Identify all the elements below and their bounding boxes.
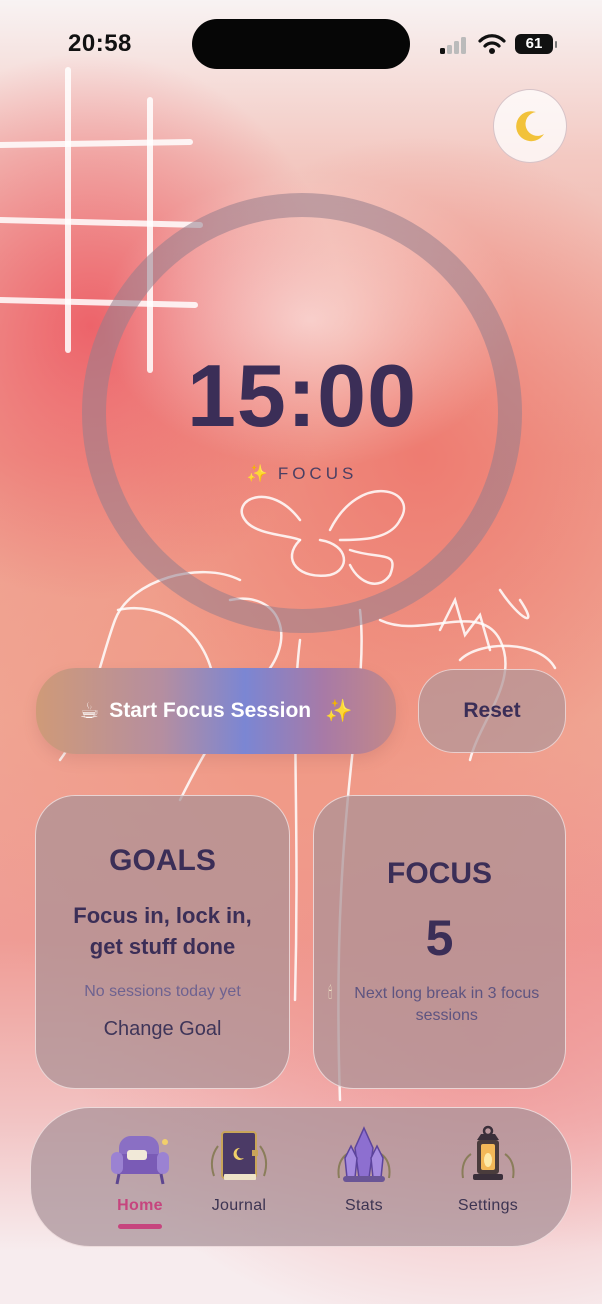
timer-display: 15:00 bbox=[186, 346, 418, 445]
armchair-icon bbox=[111, 1136, 169, 1185]
dynamic-island bbox=[192, 19, 410, 69]
candle-icon: 🕯 bbox=[328, 985, 333, 1002]
coffee-cup-icon: ☕ bbox=[79, 698, 100, 723]
bottom-tab-bar: Home Journal Stats Settings bbox=[30, 1107, 572, 1247]
reset-button-label: Reset bbox=[463, 699, 521, 722]
theme-toggle-button[interactable] bbox=[493, 89, 567, 163]
status-time: 20:58 bbox=[68, 30, 132, 57]
book-icon bbox=[210, 1131, 268, 1180]
active-tab-indicator bbox=[118, 1224, 162, 1229]
tab-stats-label: Stats bbox=[345, 1197, 383, 1214]
tab-settings-label: Settings bbox=[457, 1197, 519, 1214]
crystal-icon bbox=[337, 1126, 391, 1182]
sparkle-icon: ✨ bbox=[325, 698, 353, 723]
tab-home-label: Home bbox=[117, 1197, 163, 1214]
tab-stats[interactable]: Stats bbox=[309, 1108, 419, 1248]
timer-mode-label: ✨ FOCUS bbox=[82, 464, 522, 484]
change-goal-button[interactable]: Change Goal bbox=[36, 1018, 289, 1041]
timer-mode-text: FOCUS bbox=[277, 464, 358, 483]
focus-card: FOCUS 5 🕯 Next long break in 3 focus ses… bbox=[313, 795, 566, 1089]
sparkle-icon: ✨ bbox=[246, 464, 268, 483]
long-break-note: 🕯 Next long break in 3 focus sessions bbox=[314, 983, 565, 1027]
long-break-text: Next long break in 3 focus sessions bbox=[354, 985, 540, 1024]
goals-title: GOALS bbox=[109, 844, 216, 877]
wifi-icon bbox=[478, 34, 506, 54]
tab-home[interactable]: Home bbox=[85, 1108, 195, 1248]
focus-title: FOCUS bbox=[387, 857, 492, 890]
lantern-icon bbox=[461, 1125, 515, 1180]
goal-text: Focus in, lock in, get stuff done bbox=[73, 903, 252, 959]
tab-journal[interactable]: Journal bbox=[184, 1108, 294, 1248]
start-focus-session-button[interactable]: ☕ Start Focus Session ✨ bbox=[36, 668, 396, 754]
goal-status: No sessions today yet bbox=[84, 983, 241, 1000]
goals-card: GOALS Focus in, lock in, get stuff done … bbox=[35, 795, 290, 1089]
start-button-label: Start Focus Session bbox=[109, 699, 312, 722]
battery-indicator: 61 bbox=[515, 34, 557, 54]
tab-journal-label: Journal bbox=[211, 1197, 267, 1214]
reset-button[interactable]: Reset bbox=[418, 669, 566, 753]
status-bar: 20:58 61 bbox=[0, 0, 602, 90]
moon-icon bbox=[516, 111, 544, 142]
cellular-signal-icon bbox=[440, 36, 468, 54]
focus-session-count: 5 bbox=[425, 910, 454, 966]
tab-settings[interactable]: Settings bbox=[433, 1108, 543, 1248]
